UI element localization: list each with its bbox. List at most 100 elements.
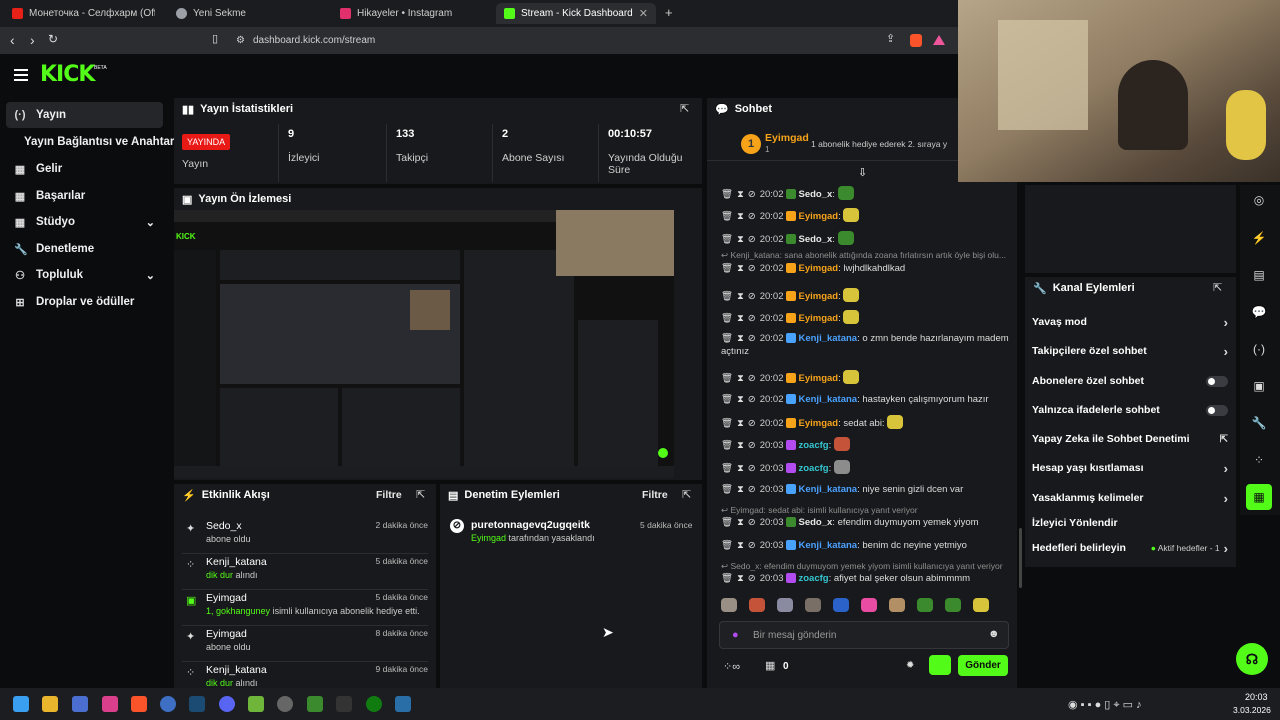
timeout-icon[interactable]: ⧗: [737, 573, 744, 584]
discord-icon[interactable]: [219, 696, 235, 712]
chat-message[interactable]: 🗑 ⧗ ⊘ 20:03 Sedo_x: efendim duymuyom yemek y…: [721, 516, 1011, 529]
sidebar-item-community[interactable]: ⚇ Topluluk ⌄: [6, 262, 163, 288]
kick-bot-icon[interactable]: [929, 655, 951, 675]
delete-icon[interactable]: 🗑: [721, 463, 733, 474]
ban-icon[interactable]: ⊘: [748, 313, 756, 324]
ban-icon[interactable]: ⊘: [748, 373, 756, 384]
chat-username[interactable]: Sedo_x: [798, 234, 832, 245]
sidebar-item-stream[interactable]: (·) Yayın: [6, 102, 163, 128]
emoji-icon[interactable]: ☻: [988, 628, 1000, 640]
layout-icon[interactable]: ▣: [1246, 373, 1272, 399]
popout-icon[interactable]: ⇱: [1213, 281, 1222, 294]
kick-logo[interactable]: KICK: [40, 62, 95, 87]
ban-icon[interactable]: ⊘: [748, 234, 756, 245]
timeout-icon[interactable]: ⧗: [737, 463, 744, 474]
delete-icon[interactable]: 🗑: [721, 189, 733, 200]
broadcast-icon[interactable]: (·): [1246, 336, 1272, 362]
ban-icon[interactable]: ⊘: [748, 394, 756, 405]
delete-icon[interactable]: 🗑: [721, 440, 733, 451]
delete-icon[interactable]: 🗑: [721, 234, 733, 245]
app-icon[interactable]: [395, 696, 411, 712]
timeout-icon[interactable]: ⧗: [737, 211, 744, 222]
chat-username[interactable]: Sedo_x: [798, 189, 832, 200]
ban-icon[interactable]: ⊘: [748, 189, 756, 200]
popout-icon[interactable]: ⇱: [680, 102, 689, 115]
popout-icon[interactable]: ⇱: [416, 488, 425, 501]
chat-message[interactable]: 🗑 ⧗ ⊘ 20:03 zoacfg:: [721, 460, 1011, 475]
file-explorer-icon[interactable]: [42, 696, 58, 712]
chat-username[interactable]: Kenji_katana: [798, 394, 857, 405]
sidebar-item-moderation[interactable]: 🔧 Denetleme: [6, 236, 163, 262]
ban-icon[interactable]: ⊘: [748, 418, 756, 429]
chat-message[interactable]: 🗑 ⧗ ⊘ 20:02 Eyimgad:: [721, 208, 1011, 223]
ban-icon[interactable]: ⊘: [748, 573, 756, 584]
activity-filter-button[interactable]: Filtre: [376, 489, 402, 501]
ban-icon[interactable]: ⊘: [748, 463, 756, 474]
chat-message[interactable]: 🗑 ⧗ ⊘ 20:02 Eyimgad:: [721, 370, 1011, 385]
mic-icon[interactable]: ●: [732, 629, 739, 641]
emote-icon[interactable]: [917, 598, 933, 612]
timeout-icon[interactable]: ⧗: [737, 484, 744, 495]
site-info-icon[interactable]: ⚙: [236, 35, 245, 46]
chat-username[interactable]: zoacfg: [798, 440, 828, 451]
sidebar-item-studio[interactable]: ▦ Stüdyo ⌄: [6, 209, 163, 235]
back-icon[interactable]: ‹: [10, 32, 15, 48]
emote-icon[interactable]: [945, 598, 961, 612]
lightning-icon[interactable]: ⚡: [1246, 225, 1272, 251]
epic-games-icon[interactable]: [336, 696, 352, 712]
delete-icon[interactable]: 🗑: [721, 418, 733, 429]
goals-row[interactable]: Hedefleri belirleyin ● Aktif hedefler - 1…: [1032, 538, 1228, 558]
chat-username[interactable]: Kenji_katana: [798, 333, 857, 344]
community-icon[interactable]: ⁘∞: [723, 660, 740, 673]
delete-icon[interactable]: 🗑: [721, 517, 733, 528]
chat-username[interactable]: Eyimgad: [798, 418, 838, 429]
account-age-row[interactable]: Hesap yaşı kısıtlaması ›: [1032, 458, 1228, 478]
community-icon[interactable]: ⁘: [1246, 447, 1272, 473]
chat-username[interactable]: zoacfg: [798, 463, 828, 474]
app-icon[interactable]: [248, 696, 264, 712]
support-headset-icon[interactable]: ☊: [1236, 643, 1268, 675]
chat-username[interactable]: Eyimgad: [798, 291, 838, 302]
chat-username[interactable]: Eyimgad: [798, 211, 838, 222]
sidebar-item-achievements[interactable]: ▦ Başarılar: [6, 183, 163, 209]
chat-username[interactable]: Eyimgad: [798, 313, 838, 324]
delete-icon[interactable]: 🗑: [721, 373, 733, 384]
menu-icon[interactable]: [14, 69, 28, 81]
timeout-icon[interactable]: ⧗: [737, 440, 744, 451]
camera-icon[interactable]: ◎: [1246, 187, 1272, 213]
timeout-icon[interactable]: ⧗: [737, 540, 744, 551]
collapse-icon[interactable]: ⇩: [858, 166, 867, 179]
ban-icon[interactable]: ⊘: [748, 484, 756, 495]
emote-icon[interactable]: [861, 598, 877, 612]
slow-mode-row[interactable]: Yavaş mod ›: [1032, 312, 1228, 332]
reload-icon[interactable]: ↻: [48, 32, 58, 46]
subscribers-only-toggle[interactable]: [1206, 375, 1228, 387]
ai-moderation-row[interactable]: Yapay Zeka ile Sohbet Denetimi ⇱: [1032, 429, 1228, 449]
chat-message[interactable]: 🗑 ⧗ ⊘ 20:03 Kenji_katana: niye senin gizli d…: [721, 483, 1011, 496]
chat-username[interactable]: Eyimgad: [798, 373, 838, 384]
emote-icon[interactable]: [973, 598, 989, 612]
emote-icon[interactable]: [833, 598, 849, 612]
chat-username[interactable]: Kenji_katana: [798, 540, 857, 551]
chat-message[interactable]: 🗑 ⧗ ⊘ 20:02 Kenji_katana: o zmn bende hazırl…: [721, 332, 1011, 358]
stream-preview-video[interactable]: KICK: [174, 210, 674, 478]
timeout-icon[interactable]: ⧗: [737, 189, 744, 200]
chat-message[interactable]: 🗑 ⧗ ⊘ 20:02 Kenji_katana: hastayken çalışmıy…: [721, 393, 1011, 406]
emotes-only-toggle[interactable]: [1206, 404, 1228, 416]
chat-message[interactable]: 🗑 ⧗ ⊘ 20:02 Eyimgad:: [721, 288, 1011, 303]
chat-username[interactable]: Eyimgad: [798, 263, 838, 274]
browser-tab[interactable]: Монеточка - Селфхарм (Official Mu: [4, 3, 166, 24]
chat-message[interactable]: 🗑 ⧗ ⊘ 20:02 Sedo_x:: [721, 231, 1011, 246]
url-field[interactable]: ⚙ dashboard.kick.com/stream: [236, 31, 956, 50]
emote-icon[interactable]: [777, 598, 793, 612]
timeout-icon[interactable]: ⧗: [737, 418, 744, 429]
emote-icon[interactable]: [805, 598, 821, 612]
delete-icon[interactable]: 🗑: [721, 573, 733, 584]
delete-icon[interactable]: 🗑: [721, 263, 733, 274]
sidebar-item-revenue[interactable]: ▦ Gelir: [6, 156, 163, 182]
instagram-app-icon[interactable]: [102, 696, 118, 712]
obs-icon[interactable]: [277, 696, 293, 712]
timeout-icon[interactable]: ⧗: [737, 333, 744, 344]
chat-message[interactable]: 🗑 ⧗ ⊘ 20:03 zoacfg: afiyet bal şeker olsun a…: [721, 572, 1011, 585]
emote-icon[interactable]: [889, 598, 905, 612]
